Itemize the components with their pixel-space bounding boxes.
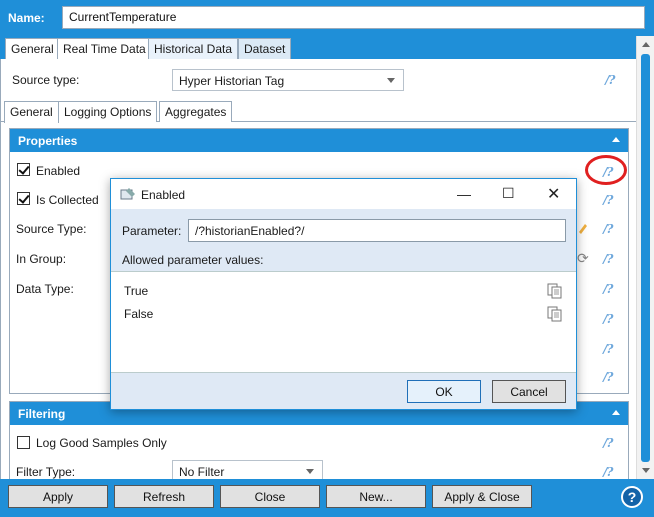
is-collected-param-icon[interactable]: /? (603, 193, 621, 207)
apply-close-button[interactable]: Apply & Close (432, 485, 532, 508)
refresh-button[interactable]: Refresh (114, 485, 214, 508)
allowed-values-label: Allowed parameter values: (122, 253, 264, 267)
maximize-icon[interactable]: ☐ (502, 185, 515, 202)
parameter-label: Parameter: (122, 224, 182, 238)
param-icon-8[interactable]: /? (603, 370, 621, 384)
param-icon-6[interactable]: /? (603, 312, 621, 326)
subtab-general[interactable]: General (4, 101, 59, 123)
parameter-input[interactable]: /?historianEnabled?/ (188, 219, 566, 242)
in-group-param-icon[interactable]: /? (603, 252, 621, 266)
chevron-down-icon (387, 78, 395, 83)
scrollbar-thumb[interactable] (641, 54, 650, 462)
param-icon-7[interactable]: /? (603, 342, 621, 356)
value-false[interactable]: False (124, 307, 153, 321)
filter-type-value: No Filter (179, 465, 225, 479)
top-tab-bar: General Real Time Data Historical Data D… (0, 36, 654, 59)
dialog-titlebar[interactable]: Enabled — ☐ ✕ (111, 179, 576, 209)
name-input[interactable]: CurrentTemperature (62, 6, 645, 29)
properties-title: Properties (18, 134, 78, 148)
collapse-icon[interactable] (612, 137, 620, 142)
chevron-down-icon (306, 469, 314, 474)
help-icon[interactable]: ? (621, 486, 643, 508)
name-label: Name: (8, 11, 45, 25)
filter-type-param-icon[interactable]: /? (603, 465, 621, 479)
log-good-samples-checkbox[interactable] (17, 436, 30, 449)
collapse-icon[interactable] (612, 410, 620, 415)
close-button[interactable]: Close (220, 485, 320, 508)
bottom-button-bar: Apply Refresh Close New... Apply & Close (0, 479, 654, 517)
dialog-title: Enabled (141, 188, 186, 202)
tab-dataset[interactable]: Dataset (238, 38, 292, 59)
log-good-param-icon[interactable]: /? (603, 436, 621, 450)
subtab-logging-options[interactable]: Logging Options (58, 101, 158, 122)
source-type-prop-label: Source Type: (16, 222, 87, 236)
new-button[interactable]: New... (326, 485, 426, 508)
enabled-dialog: Enabled — ☐ ✕ Parameter: /?historianEnab… (110, 178, 577, 410)
close-icon[interactable]: ✕ (547, 184, 560, 204)
dialog-app-icon (120, 188, 135, 200)
scroll-down-icon[interactable] (642, 468, 650, 473)
apply-button[interactable]: Apply (8, 485, 108, 508)
enabled-checkbox[interactable] (17, 163, 30, 176)
value-true[interactable]: True (124, 284, 148, 298)
dialog-footer: OK Cancel (111, 373, 576, 409)
filtering-title: Filtering (18, 407, 66, 421)
name-bar: Name: CurrentTemperature (0, 0, 654, 36)
filter-type-label: Filter Type: (16, 465, 76, 479)
in-group-label: In Group: (16, 252, 67, 266)
cancel-button[interactable]: Cancel (492, 380, 566, 403)
pencil-icon[interactable] (577, 222, 587, 234)
tab-general[interactable]: General (5, 38, 60, 59)
highlight-circle (585, 155, 627, 185)
copy-icon[interactable] (547, 306, 563, 322)
source-type-label: Source type: (12, 73, 80, 87)
sub-tab-bar: General Logging Options Aggregates (1, 101, 636, 123)
copy-icon[interactable] (547, 283, 563, 299)
data-type-param-icon[interactable]: /? (603, 282, 621, 296)
source-type-value: Hyper Historian Tag (179, 74, 285, 88)
vertical-scrollbar[interactable] (636, 36, 654, 479)
filter-type-combo[interactable]: No Filter (172, 460, 323, 479)
refresh-icon[interactable]: ⟳ (577, 250, 589, 267)
minimize-icon[interactable]: — (457, 186, 471, 202)
dialog-parameter-area: Parameter: /?historianEnabled?/ (111, 209, 576, 257)
tab-historical-data[interactable]: Historical Data (148, 38, 239, 59)
data-type-label: Data Type: (16, 282, 74, 296)
is-collected-checkbox[interactable] (17, 192, 30, 205)
help-link-icon[interactable]: /? (605, 73, 623, 87)
ok-button[interactable]: OK (407, 380, 481, 403)
properties-header[interactable]: Properties (10, 129, 628, 152)
tab-real-time-data[interactable]: Real Time Data (57, 38, 152, 59)
enabled-label: Enabled (36, 164, 81, 178)
source-type-param-icon[interactable]: /? (603, 222, 621, 236)
is-collected-label: Is Collected (36, 193, 99, 207)
scroll-up-icon[interactable] (642, 42, 650, 47)
log-good-samples-label: Log Good Samples Only (36, 436, 167, 450)
source-type-combo[interactable]: Hyper Historian Tag (172, 69, 404, 91)
subtab-aggregates[interactable]: Aggregates (159, 101, 233, 122)
allowed-values-list: True False (111, 271, 576, 373)
